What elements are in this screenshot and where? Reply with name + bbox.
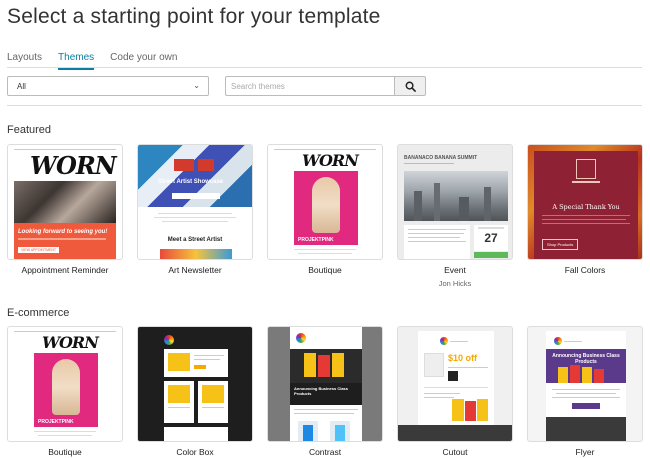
- theme-card-flyer[interactable]: Announcing Business Class Products Flyer: [527, 326, 643, 457]
- section-title-featured: Featured: [7, 124, 52, 136]
- thumb-date-day: 27: [484, 231, 498, 245]
- gift-icon: [576, 159, 596, 179]
- thumb-title: Street Artist Showcase: [158, 179, 224, 185]
- thumb-subtitle: Meet a Street Artist: [167, 237, 223, 243]
- thumb-panel: A Special Thank You Shop Products: [534, 151, 638, 259]
- theme-card-boutique[interactable]: WORN PROJEKTPINK Boutique: [267, 144, 383, 275]
- theme-card-boutique-ecommerce[interactable]: WORN PROJEKTPINK Boutique: [7, 326, 123, 457]
- filters-divider: [7, 105, 642, 106]
- tabs-divider: [7, 67, 642, 68]
- thumb-banner-text: Looking forward to seeing you!: [18, 229, 108, 235]
- theme-thumbnail: WORN PROJEKTPINK: [267, 144, 383, 260]
- thumb-photo: [34, 353, 98, 417]
- theme-thumbnail: [137, 326, 253, 442]
- theme-thumbnail: Announcing Business Class Products: [527, 326, 643, 442]
- theme-card-contrast[interactable]: Announcing Business Class Products Contr…: [267, 326, 383, 457]
- thumb-button: VIEW APPOINTMENT: [18, 247, 60, 253]
- thumb-photo: [294, 171, 358, 235]
- theme-card-author: Jon Hicks: [438, 279, 472, 288]
- logo-icon: [440, 337, 448, 345]
- chevron-down-icon: ⌄: [193, 81, 200, 90]
- section-title-ecommerce: E-commerce: [7, 307, 70, 319]
- theme-card-event[interactable]: BANANACO BANANA SUMMIT 27 Event Jon Hick…: [397, 144, 513, 288]
- thumb-title: Announcing Business Class Products: [294, 386, 349, 396]
- theme-card-color-box[interactable]: Color Box: [137, 326, 253, 457]
- thumb-date: 27: [474, 225, 508, 251]
- theme-card-cutout[interactable]: $10 off Cutout: [397, 326, 513, 457]
- theme-card-label: Flyer: [575, 447, 595, 457]
- thumb-wordmark: WORN: [302, 151, 359, 170]
- thumb-button: Shop Products: [542, 239, 579, 250]
- category-select-value: All: [17, 82, 26, 91]
- theme-card-label: Fall Colors: [564, 265, 606, 275]
- logo-icon: [554, 337, 562, 345]
- theme-thumbnail: $10 off: [397, 326, 513, 442]
- thumb-title: BANANACO BANANA SUMMIT: [404, 155, 478, 161]
- thumb-banner: PROJEKTPINK: [34, 417, 98, 427]
- theme-card-label: Boutique: [308, 265, 342, 275]
- logo-icon: [296, 333, 306, 343]
- theme-card-label: Appointment Reminder: [21, 265, 109, 275]
- category-select[interactable]: All ⌄: [7, 76, 209, 96]
- logo-icon: [164, 335, 174, 345]
- theme-card-appointment-reminder[interactable]: WORN Looking forward to seeing you! VIEW…: [7, 144, 123, 275]
- thumb-wordmark: WORN: [42, 333, 99, 352]
- page-title: Select a starting point for your templat…: [7, 5, 381, 28]
- theme-thumbnail: Street Artist Showcase Meet a Street Art…: [137, 144, 253, 260]
- search-button[interactable]: [394, 76, 426, 96]
- thumb-banner: Looking forward to seeing you! VIEW APPO…: [14, 223, 116, 259]
- thumb-price: $10 off: [448, 353, 478, 363]
- theme-card-label: Boutique: [48, 447, 82, 457]
- theme-card-label: Event: [444, 265, 466, 275]
- thumb-photo: [14, 181, 116, 223]
- magnifier-icon: [405, 81, 416, 92]
- theme-card-art-newsletter[interactable]: Street Artist Showcase Meet a Street Art…: [137, 144, 253, 275]
- theme-card-label: Cutout: [442, 447, 468, 457]
- theme-thumbnail: BANANACO BANANA SUMMIT 27: [397, 144, 513, 260]
- thumb-banner: PROJEKTPINK: [294, 235, 358, 245]
- theme-card-label: Contrast: [308, 447, 342, 457]
- theme-thumbnail: WORN PROJEKTPINK: [7, 326, 123, 442]
- thumb-button: [474, 252, 508, 258]
- thumb-wordmark: WORN: [30, 151, 117, 180]
- thumb-photo: [404, 171, 508, 221]
- theme-card-fall-colors[interactable]: A Special Thank You Shop Products Fall C…: [527, 144, 643, 275]
- theme-card-label: Color Box: [176, 447, 214, 457]
- theme-thumbnail: WORN Looking forward to seeing you! VIEW…: [7, 144, 123, 260]
- thumb-title: A Special Thank You: [552, 203, 620, 211]
- theme-thumbnail: Announcing Business Class Products: [267, 326, 383, 442]
- thumb-title: Announcing Business Class Products: [552, 353, 620, 365]
- theme-card-label: Art Newsletter: [168, 265, 222, 275]
- search-input[interactable]: [225, 76, 394, 96]
- theme-thumbnail: A Special Thank You Shop Products: [527, 144, 643, 260]
